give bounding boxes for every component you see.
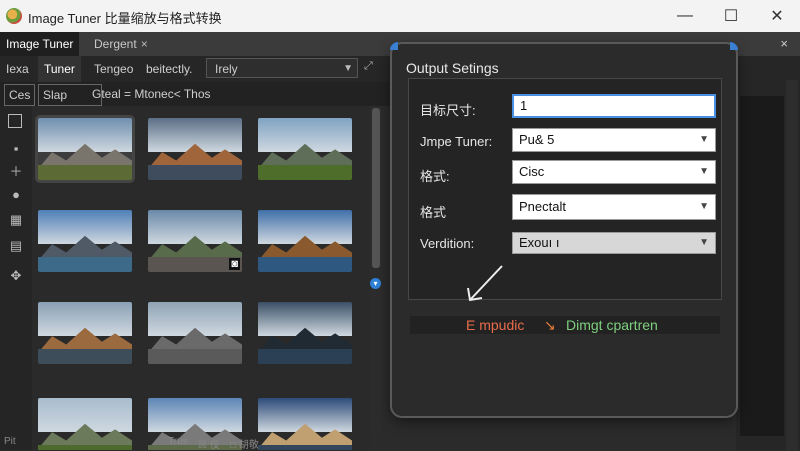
toolbar-text: Gteal = Mtonec< Thos: [92, 87, 211, 101]
thumbnail-grid: ◙: [32, 106, 370, 450]
mode-dropdown[interactable]: Irely ▼: [206, 58, 358, 78]
thumbnail-ground: [258, 256, 352, 272]
field-label: Jmpe Tuner:: [420, 134, 493, 149]
status-text: □ 胡敬: [230, 440, 259, 451]
field-value: Cisc: [519, 164, 545, 179]
version-select[interactable]: Exouı ı ▼: [512, 232, 716, 254]
thumbnail-badge-icon: ◙: [229, 258, 240, 270]
image-thumbnail[interactable]: [38, 210, 132, 272]
field-value: 1: [520, 98, 528, 113]
target-size-input[interactable]: 1: [512, 94, 716, 118]
layer-icon[interactable]: ▪: [8, 140, 24, 156]
preview-area: [740, 96, 784, 436]
arrow-icon: ↘: [544, 317, 556, 333]
thumbnail-ground: [148, 256, 242, 272]
field-value: Pnectalt: [519, 199, 566, 214]
field-value: Exouı ı: [519, 235, 560, 250]
tab-image-tuner[interactable]: Image Tuner: [0, 32, 80, 56]
status-bar: Pit Trus ☒ 伎 □ 胡敬: [0, 436, 390, 451]
toolbar-item[interactable]: Tengeo: [94, 56, 133, 82]
expand-icon[interactable]: ⤢: [364, 60, 378, 74]
toolbar-item[interactable]: Ces: [4, 84, 36, 106]
chevron-down-icon: ▼: [343, 63, 353, 74]
window-title: Image Tuner 比量缩放与格式转换: [28, 11, 222, 26]
thumbnail-ground: [148, 164, 242, 180]
image-thumbnail[interactable]: [38, 302, 132, 364]
thumbnail-ground: [38, 256, 132, 272]
minimize-button[interactable]: —: [662, 0, 708, 32]
tab-close-icon[interactable]: ×: [141, 37, 148, 51]
grid-icon[interactable]: ▦: [8, 212, 24, 228]
move-icon[interactable]: ✥: [8, 268, 24, 284]
maximize-button[interactable]: ☐: [708, 0, 754, 32]
pointer-arrow-icon: [467, 265, 503, 302]
status-text: Trus: [168, 436, 188, 447]
image-thumbnail[interactable]: [148, 118, 242, 180]
toolbar-item[interactable]: beitectly.: [146, 56, 192, 82]
image-thumbnail[interactable]: [258, 302, 352, 364]
chevron-down-icon: ▼: [699, 134, 709, 145]
thumbnail-ground: [258, 348, 352, 364]
tab-dergent[interactable]: Dergent ×: [88, 32, 154, 56]
tab-label: Image Tuner: [6, 37, 74, 51]
format-select-secondary[interactable]: Pnectalt ▼: [512, 194, 716, 220]
field-label: Verdition:: [420, 236, 475, 251]
close-button[interactable]: ✕: [754, 0, 800, 32]
thumbnail-ground: [258, 164, 352, 180]
chevron-down-icon: ▼: [699, 201, 709, 212]
field-value: Pu& 5: [519, 132, 555, 147]
field-label: 格式: [420, 205, 447, 220]
field-label: 格式:: [420, 169, 450, 184]
image-thumbnail[interactable]: [35, 115, 135, 183]
image-thumbnail[interactable]: [258, 118, 352, 180]
dropdown-value: Irely: [215, 62, 238, 76]
user-icon[interactable]: ●: [8, 186, 24, 202]
banner-source: E mpudic: [466, 317, 525, 333]
dialog-title: Output Setings: [406, 60, 499, 76]
document-icon[interactable]: ▤: [8, 238, 24, 254]
image-thumbnail[interactable]: [148, 302, 242, 364]
thumbnail-ground: [38, 164, 132, 180]
right-scrollbar[interactable]: [786, 80, 798, 450]
add-icon[interactable]: ＋: [8, 162, 24, 179]
toolbar-item[interactable]: Iexa: [6, 56, 29, 82]
chevron-down-icon: ▼: [699, 237, 709, 248]
toolbar-item-active[interactable]: Tuner: [38, 56, 81, 82]
title-bar: Image Tuner 比量缩放与格式转换 — ☐ ✕: [0, 0, 800, 32]
tuner-select[interactable]: Pu& 5 ▼: [512, 128, 716, 152]
image-thumbnail[interactable]: [258, 210, 352, 272]
banner-target: Dimgt cpartren: [566, 317, 658, 333]
image-thumbnail[interactable]: ◙: [148, 210, 242, 272]
app-icon: [6, 8, 22, 24]
conversion-banner: E mpudic ↘ Dimgt cpartren: [410, 316, 720, 334]
chevron-down-icon: ▼: [699, 166, 709, 177]
field-label: 目标尺寸:: [420, 103, 476, 118]
status-text: Pit: [4, 436, 16, 447]
thumbnail-ground: [148, 348, 242, 364]
output-settings-dialog: Output Setings 目标尺寸: 1 Jmpe Tuner: Pu& 5…: [390, 42, 738, 416]
right-sidebar: [736, 56, 800, 450]
toolbar-secondary: Ces Slap Gteal = Mtonec< Thos: [0, 82, 390, 106]
scrollbar-thumb[interactable]: [372, 108, 380, 268]
select-tool-icon[interactable]: [8, 114, 22, 128]
thumbnail-ground: [38, 348, 132, 364]
tab-label: Dergent: [94, 37, 137, 51]
tool-strip: ▪ ＋ ● ▦ ▤ ✥: [0, 106, 32, 450]
status-text: ☒ 伎: [198, 440, 220, 451]
format-select[interactable]: Cisc ▼: [512, 160, 716, 184]
scroll-down-icon[interactable]: ▾: [370, 278, 381, 289]
close-icon[interactable]: ×: [780, 36, 788, 51]
